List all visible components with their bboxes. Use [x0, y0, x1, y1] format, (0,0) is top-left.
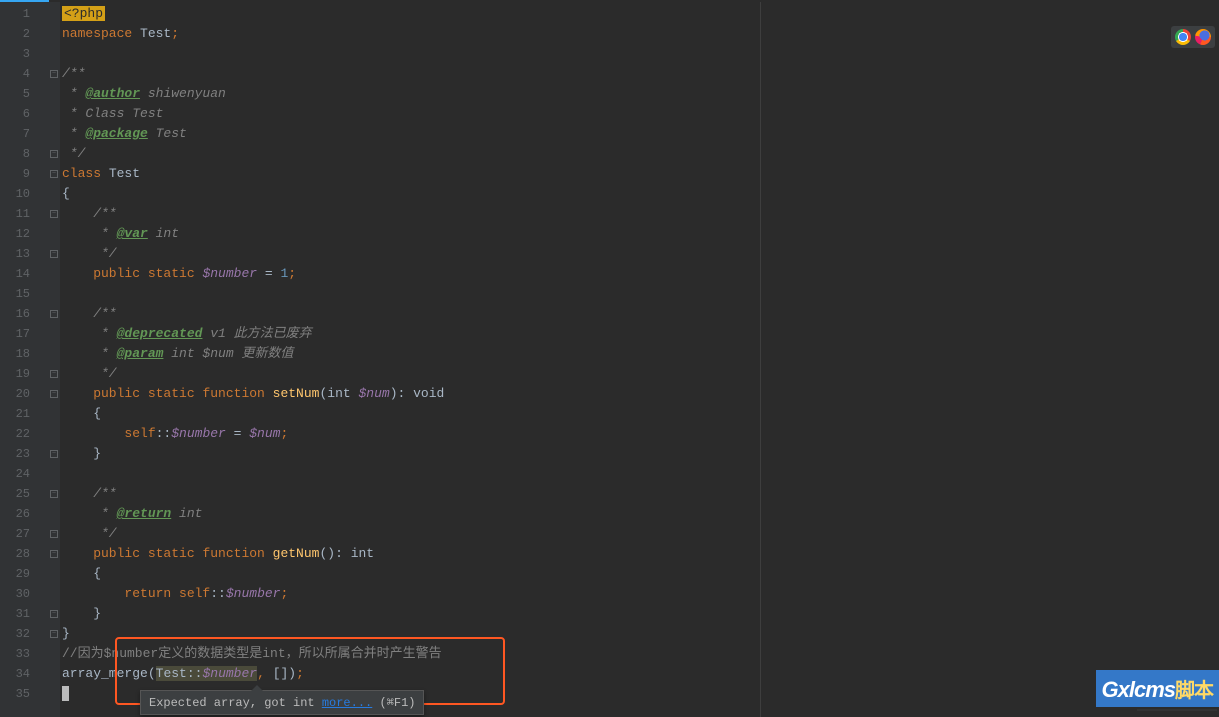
code-line: return self::$number; [60, 584, 1219, 604]
code-line: * @author shiwenyuan [60, 84, 1219, 104]
line-number[interactable]: 5 [0, 84, 48, 104]
line-number[interactable]: 26 [0, 504, 48, 524]
code-line: * @return int [60, 504, 1219, 524]
fold-toggle[interactable]: − [48, 544, 60, 564]
code-line: /** [60, 304, 1219, 324]
line-number[interactable]: 32 [0, 624, 48, 644]
code-line: public static function getNum(): int [60, 544, 1219, 564]
watermark: Gxlcms脚本 [1096, 670, 1219, 707]
fold-toggle[interactable]: − [48, 164, 60, 184]
watermark-cn: 脚本 [1175, 680, 1213, 702]
line-number-gutter[interactable]: 1 2 3 4 5 6 7 8 9 10 11 12 13 14 15 16 1… [0, 0, 48, 717]
code-editor-area[interactable]: <?php namespace Test; /** * @author shiw… [60, 0, 1219, 717]
code-line: */ [60, 364, 1219, 384]
code-line: self::$number = $num; [60, 424, 1219, 444]
line-number[interactable]: 19 [0, 364, 48, 384]
code-line: //因为$number定义的数据类型是int，所以所属合并时产生警告 [60, 644, 1219, 664]
line-number[interactable]: 3 [0, 44, 48, 64]
fold-toggle[interactable]: − [48, 304, 60, 324]
code-line: * @var int [60, 224, 1219, 244]
line-number[interactable]: 1 [0, 4, 48, 24]
code-line: /** [60, 64, 1219, 84]
line-number[interactable]: 11 [0, 204, 48, 224]
line-number[interactable]: 31 [0, 604, 48, 624]
fold-toggle[interactable]: − [48, 144, 60, 164]
line-number[interactable]: 8 [0, 144, 48, 164]
tooltip-shortcut: (⌘F1) [372, 696, 415, 710]
line-number[interactable]: 10 [0, 184, 48, 204]
line-number[interactable]: 13 [0, 244, 48, 264]
fold-toggle[interactable]: − [48, 244, 60, 264]
code-line: /** [60, 204, 1219, 224]
fold-column: − − − − − − − − − − − − − − [48, 0, 60, 717]
code-line: public static $number = 1; [60, 264, 1219, 284]
code-line [60, 464, 1219, 484]
code-line: array_merge(Test::$number, []); [60, 664, 1219, 684]
code-line: */ [60, 244, 1219, 264]
line-number[interactable]: 34 [0, 664, 48, 684]
line-number[interactable]: 14 [0, 264, 48, 284]
code-line: * @param int $num 更新数值 [60, 344, 1219, 364]
line-number[interactable]: 28 [0, 544, 48, 564]
line-number[interactable]: 20 [0, 384, 48, 404]
code-line: namespace Test; [60, 24, 1219, 44]
code-line [60, 284, 1219, 304]
line-number[interactable]: 6 [0, 104, 48, 124]
line-number[interactable]: 35 [0, 684, 48, 704]
line-number[interactable]: 23 [0, 444, 48, 464]
fold-toggle[interactable]: − [48, 624, 60, 644]
fold-toggle[interactable]: − [48, 64, 60, 84]
fold-toggle[interactable]: − [48, 384, 60, 404]
fold-toggle[interactable]: − [48, 444, 60, 464]
tooltip-text: Expected array, got int [149, 696, 322, 710]
line-number[interactable]: 25 [0, 484, 48, 504]
line-number[interactable]: 33 [0, 644, 48, 664]
line-number[interactable]: 17 [0, 324, 48, 344]
code-line: /** [60, 484, 1219, 504]
fold-toggle[interactable]: − [48, 604, 60, 624]
open-in-browser-panel [1171, 26, 1215, 48]
code-line: } [60, 444, 1219, 464]
line-number[interactable]: 27 [0, 524, 48, 544]
fold-toggle[interactable]: − [48, 204, 60, 224]
scroll-position-indicator [0, 0, 1219, 2]
chrome-icon[interactable] [1175, 29, 1191, 45]
line-number[interactable]: 18 [0, 344, 48, 364]
code-line: public static function setNum(int $num):… [60, 384, 1219, 404]
line-number[interactable]: 16 [0, 304, 48, 324]
code-line: { [60, 404, 1219, 424]
line-number[interactable]: 22 [0, 424, 48, 444]
fold-toggle[interactable]: − [48, 524, 60, 544]
code-line: * Class Test [60, 104, 1219, 124]
tooltip-more-link[interactable]: more... [322, 696, 372, 710]
firefox-icon[interactable] [1195, 29, 1211, 45]
fold-toggle[interactable]: − [48, 484, 60, 504]
code-line: class Test [60, 164, 1219, 184]
line-number[interactable]: 12 [0, 224, 48, 244]
line-number[interactable]: 15 [0, 284, 48, 304]
inspection-tooltip: Expected array, got int more... (⌘F1) [140, 690, 424, 715]
cursor [62, 686, 69, 701]
code-line [60, 44, 1219, 64]
watermark-en: Gxlcms [1102, 677, 1176, 702]
line-number[interactable]: 30 [0, 584, 48, 604]
editor: 1 2 3 4 5 6 7 8 9 10 11 12 13 14 15 16 1… [0, 0, 1219, 717]
code-line: { [60, 184, 1219, 204]
code-line: * @package Test [60, 124, 1219, 144]
line-number[interactable]: 4 [0, 64, 48, 84]
code-line: <?php [60, 4, 1219, 24]
line-number[interactable]: 29 [0, 564, 48, 584]
code-line: } [60, 624, 1219, 644]
fold-toggle[interactable]: − [48, 364, 60, 384]
line-number[interactable]: 24 [0, 464, 48, 484]
code-line: * @deprecated v1 此方法已废弃 [60, 324, 1219, 344]
code-line: } [60, 604, 1219, 624]
line-number[interactable]: 7 [0, 124, 48, 144]
line-number[interactable]: 21 [0, 404, 48, 424]
line-number[interactable]: 2 [0, 24, 48, 44]
code-line: */ [60, 144, 1219, 164]
code-line: */ [60, 524, 1219, 544]
code-line: { [60, 564, 1219, 584]
line-number[interactable]: 9 [0, 164, 48, 184]
